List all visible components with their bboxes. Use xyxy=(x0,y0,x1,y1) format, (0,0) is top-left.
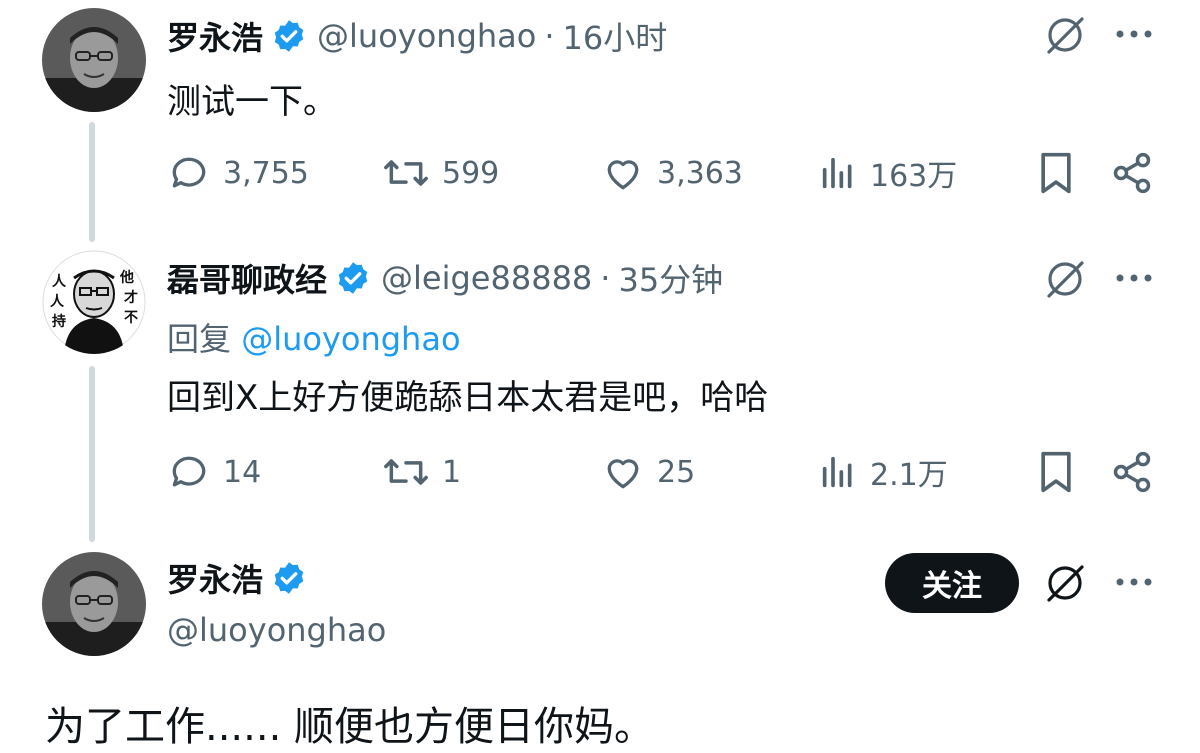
avatar-luoyonghao-2[interactable] xyxy=(42,552,146,656)
reply-to-prefix: 回复 xyxy=(167,320,232,358)
more-icon[interactable] xyxy=(1114,14,1154,54)
tweet-2-author-name[interactable]: 磊哥聊政经 xyxy=(167,255,327,301)
grok-icon[interactable] xyxy=(1040,558,1090,608)
verified-badge-icon xyxy=(271,560,307,596)
tweet-2-text: 回到X上好方便跪舔日本太君是吧，哈哈 xyxy=(167,378,769,418)
main-tweet-text: 为了工作...... 顺便也方便日你妈。 xyxy=(45,704,655,750)
views-button[interactable]: 2.1万 xyxy=(818,447,948,497)
retweet-icon xyxy=(382,151,430,195)
tweet-1-text: 测试一下。 xyxy=(167,82,337,122)
like-icon xyxy=(601,450,645,494)
views-count: 163万 xyxy=(870,159,958,194)
reply-count: 14 xyxy=(223,454,262,490)
views-icon xyxy=(818,153,858,193)
reply-count: 3,755 xyxy=(223,155,309,191)
grok-icon[interactable] xyxy=(1040,10,1090,60)
tweet-1-author-name[interactable]: 罗永浩 xyxy=(167,13,263,59)
main-tweet-handle-row: @luoyonghao xyxy=(157,608,386,652)
reply-to-mention[interactable]: @luoyonghao xyxy=(241,320,460,358)
svg-text:他: 他 xyxy=(119,269,134,286)
bookmark-button[interactable] xyxy=(1036,148,1076,198)
retweet-icon xyxy=(382,450,430,494)
more-icon[interactable] xyxy=(1114,258,1154,298)
share-button[interactable] xyxy=(1110,148,1154,198)
separator-dot: · xyxy=(544,17,555,55)
like-count: 3,363 xyxy=(657,155,743,191)
svg-text:持: 持 xyxy=(52,313,66,330)
tweet-1-timestamp[interactable]: 16小时 xyxy=(563,13,668,59)
retweet-button[interactable]: 599 xyxy=(382,148,499,198)
separator-dot: · xyxy=(600,259,611,297)
views-count: 2.1万 xyxy=(870,458,948,493)
like-count: 25 xyxy=(657,454,696,490)
tweet-1-handle[interactable]: @luoyonghao xyxy=(317,17,536,55)
svg-text:才: 才 xyxy=(124,289,138,306)
follow-button[interactable]: 关注 xyxy=(885,553,1019,613)
more-icon[interactable] xyxy=(1114,562,1154,602)
svg-text:人: 人 xyxy=(50,293,65,310)
svg-text:不: 不 xyxy=(124,310,138,326)
bookmark-icon xyxy=(1036,450,1076,494)
bookmark-button[interactable] xyxy=(1036,447,1076,497)
tweet-2-timestamp[interactable]: 35分钟 xyxy=(618,255,723,301)
share-icon xyxy=(1110,450,1154,494)
tweet-1-header: 罗永浩 @luoyonghao · 16小时 xyxy=(167,14,667,58)
verified-badge-icon xyxy=(271,18,307,54)
reply-button[interactable]: 14 xyxy=(167,447,261,497)
reply-button[interactable]: 3,755 xyxy=(167,148,309,198)
like-button[interactable]: 25 xyxy=(601,447,695,497)
like-icon xyxy=(601,151,645,195)
retweet-count: 599 xyxy=(442,155,500,191)
share-button[interactable] xyxy=(1110,447,1154,497)
bookmark-icon xyxy=(1036,151,1076,195)
retweet-count: 1 xyxy=(442,454,462,490)
reply-icon xyxy=(167,450,211,494)
grok-icon[interactable] xyxy=(1040,254,1090,304)
svg-text:人: 人 xyxy=(52,273,67,290)
main-tweet-author-name[interactable]: 罗永浩 xyxy=(167,555,263,601)
share-icon xyxy=(1110,151,1154,195)
avatar-luoyonghao-1[interactable] xyxy=(42,8,146,112)
main-tweet-name-row: 罗永浩 xyxy=(167,556,307,600)
like-button[interactable]: 3,363 xyxy=(601,148,743,198)
retweet-button[interactable]: 1 xyxy=(382,447,461,497)
reply-icon xyxy=(167,151,211,195)
verified-badge-icon xyxy=(335,260,371,296)
reply-to-line: 回复 @luoyonghao xyxy=(167,314,461,360)
tweet-2-handle[interactable]: @leige88888 xyxy=(381,259,592,297)
views-button[interactable]: 163万 xyxy=(818,148,957,198)
views-icon xyxy=(818,452,858,492)
avatar-leige88888[interactable]: 人 人 持 他 才 不 xyxy=(42,250,146,354)
thread-line-1 xyxy=(89,122,95,242)
main-tweet-handle[interactable]: @luoyonghao xyxy=(167,611,386,649)
thread-line-2 xyxy=(89,366,95,542)
tweet-2-header: 磊哥聊政经 @leige88888 · 35分钟 xyxy=(167,256,723,300)
